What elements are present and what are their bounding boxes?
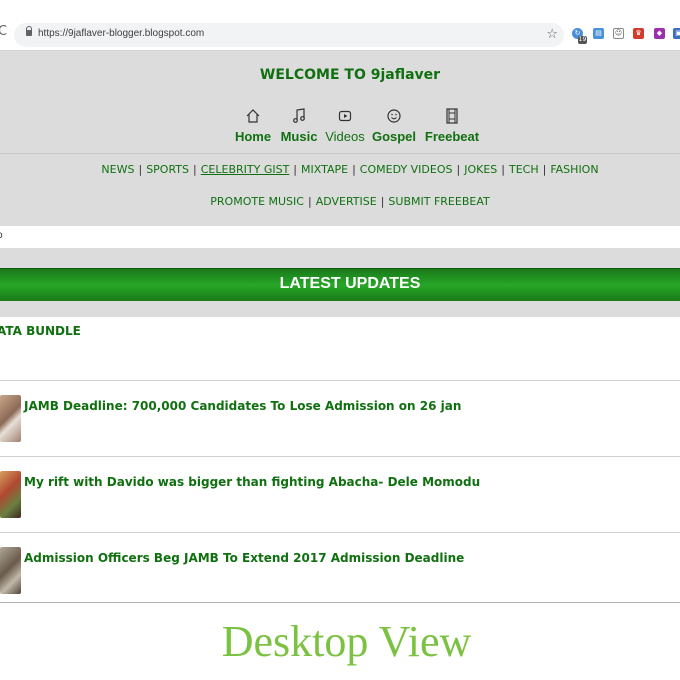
separator: | [193,163,197,176]
list-item[interactable]: JAMB Deadline: 700,000 Candidates To Los… [0,381,680,457]
extension-badge: 19 [578,36,587,44]
category-celebrity-gist[interactable]: CELEBRITY GIST [201,163,290,176]
list-item[interactable]: My rift with Davido was bigger than figh… [0,457,680,533]
post-title[interactable]: ATA BUNDLE [0,324,81,338]
list-item[interactable]: ATA BUNDLE [0,317,680,381]
separator: | [293,163,298,176]
play-icon [324,107,366,127]
strip-text: o [0,230,3,241]
music-note-icon [278,107,320,127]
extension-bot-icon[interactable]: ☺ [613,28,624,39]
category-submit-freebeat[interactable]: SUBMIT FREEBEAT [388,195,489,208]
divider [0,602,680,603]
nav-label-freebeat: Freebeat [424,129,480,144]
category-fashion[interactable]: FASHION [550,163,598,176]
separator: | [456,163,461,176]
separator: | [352,163,356,176]
list-item[interactable]: Admission Officers Beg JAMB To Extend 20… [0,533,680,603]
nav-label-videos: Videos [325,129,365,144]
reload-icon[interactable]: C [0,24,7,39]
category-row-2: PROMOTE MUSIC | ADVERTISE | SUBMIT FREEBEAT [0,195,680,208]
nav-videos[interactable]: Videos [324,107,366,144]
category-mixtape[interactable]: MIXTAPE [301,163,348,176]
separator: | [138,163,143,176]
category-bar: NEWS | SPORTS | CELEBRITY GIST | MIXTAPE | COMED… [0,154,680,226]
category-row-1: NEWS | SPORTS | CELEBRITY GIST | MIXTAPE | COMED… [0,163,680,176]
latest-updates-banner: LATEST UPDATES [0,268,680,302]
desktop-view-caption: Desktop View [221,617,472,666]
browser-toolbar: C https://9jaflaver-blogger.blogspot.com… [0,0,680,51]
post-title[interactable]: My rift with Davido was bigger than figh… [24,475,480,489]
smiley-icon [371,107,417,127]
category-promote-music[interactable]: PROMOTE MUSIC [210,195,304,208]
nav-freebeat[interactable]: Freebeat [423,107,481,144]
latest-updates-title: LATEST UPDATES [279,275,421,292]
separator: | [542,163,547,176]
category-tech[interactable]: TECH [509,163,539,176]
gray-strip [0,301,680,317]
extension-purple-icon[interactable]: ◆ [654,28,665,39]
nav-label-music: Music [280,129,318,144]
white-strip: o [0,226,680,248]
extension-blue-icon[interactable]: ▣ [673,28,680,39]
url-text: https://9jaflaver-blogger.blogspot.com [38,28,205,39]
category-jokes[interactable]: JOKES [464,163,497,176]
post-list: ATA BUNDLE JAMB Deadline: 700,000 Candid… [0,317,680,603]
post-thumbnail[interactable] [0,395,21,442]
category-sports[interactable]: SPORTS [146,163,189,176]
bookmark-star-icon[interactable]: ☆ [546,27,558,42]
address-bar[interactable]: https://9jaflaver-blogger.blogspot.com ☆ [14,23,564,47]
separator: | [307,195,312,208]
main-nav: Home Music Videos Gospel Freebeat [0,107,680,153]
category-advertise[interactable]: ADVERTISE [316,195,377,208]
post-title[interactable]: Admission Officers Beg JAMB To Extend 20… [24,551,464,565]
nav-label-gospel: Gospel [371,129,417,144]
nav-label-home: Home [234,129,272,144]
category-news[interactable]: NEWS [101,163,134,176]
post-thumbnail[interactable] [0,471,21,518]
extension-red-icon[interactable]: ♛ [633,28,644,39]
site-title[interactable]: WELCOME TO 9jaflaver [0,67,680,83]
film-icon [423,107,481,127]
nav-gospel[interactable]: Gospel [371,107,417,144]
separator: | [501,163,505,176]
home-icon [233,107,273,127]
post-thumbnail[interactable] [0,547,21,594]
separator: | [380,195,385,208]
lock-icon [26,26,32,36]
extension-fire-icon[interactable]: ▤ [593,28,604,39]
site-header: WELCOME TO 9jaflaver Home Music Videos G… [0,51,680,154]
gray-strip [0,248,680,268]
category-comedy-videos[interactable]: COMEDY VIDEOS [360,163,453,176]
post-title[interactable]: JAMB Deadline: 700,000 Candidates To Los… [24,399,461,413]
nav-music[interactable]: Music [278,107,320,144]
nav-home[interactable]: Home [233,107,273,144]
